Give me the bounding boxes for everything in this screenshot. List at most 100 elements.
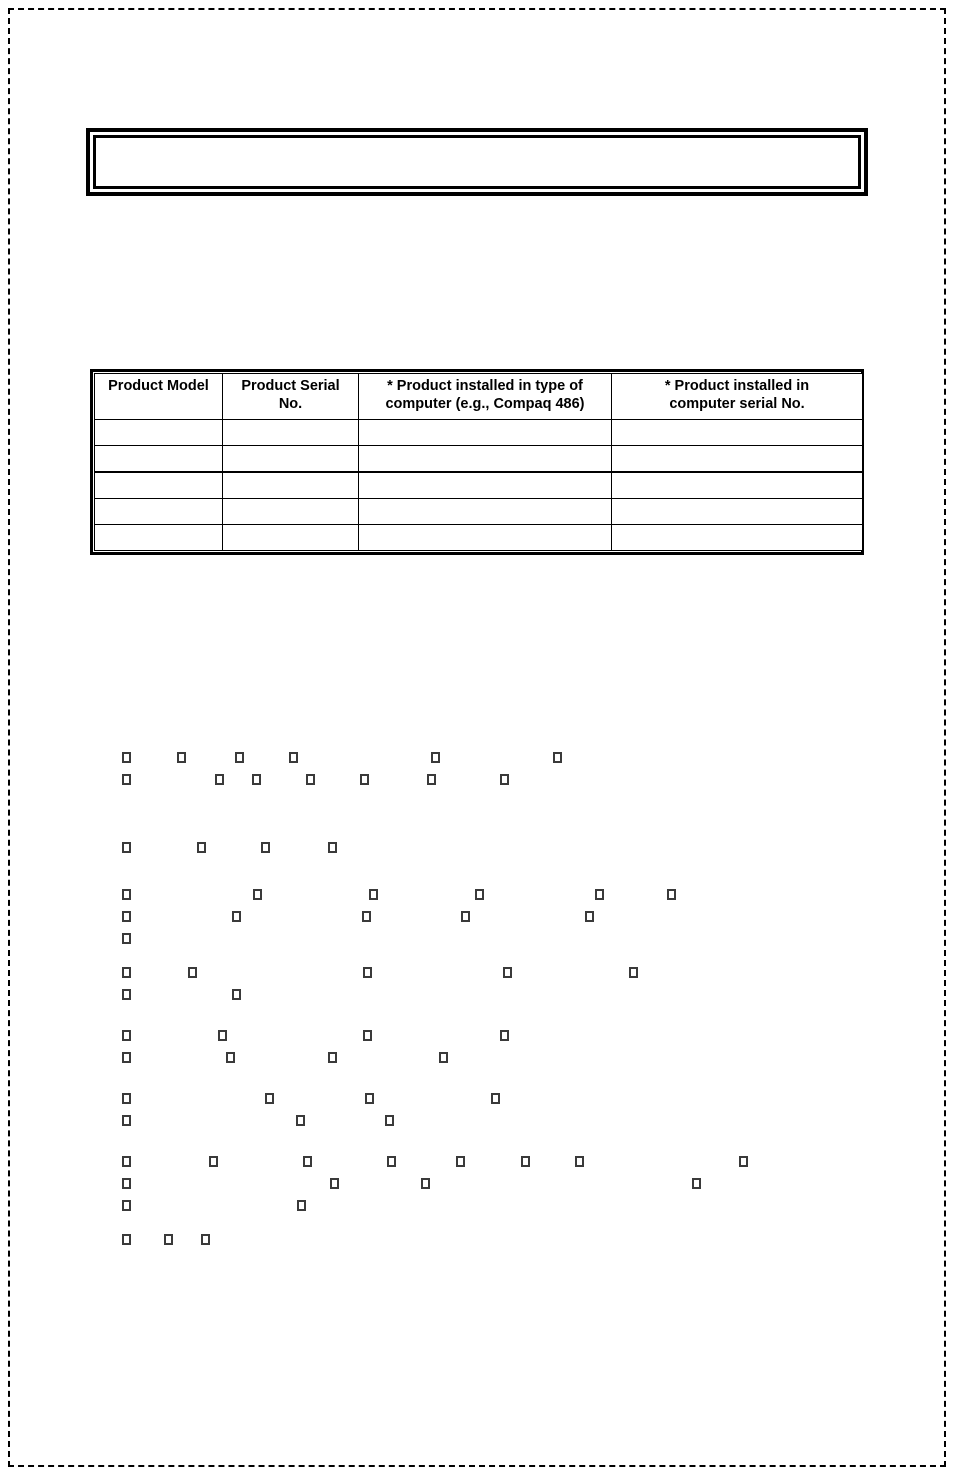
column-header-installed-in-serial: * Product installed in computer serial No… (611, 372, 863, 421)
missing-glyph-icon (427, 774, 436, 785)
missing-glyph-icon (253, 889, 262, 900)
unrendered-text-block (0, 885, 954, 951)
unrendered-text-line (0, 1048, 954, 1070)
table-row (94, 471, 863, 500)
unrendered-text-line (0, 885, 954, 907)
missing-glyph-icon (439, 1052, 448, 1063)
missing-glyph-icon (122, 1156, 131, 1167)
table-cell-installed_in_type[interactable] (358, 524, 612, 552)
missing-glyph-icon (177, 752, 186, 763)
missing-glyph-icon (197, 842, 206, 853)
missing-glyph-icon (503, 967, 512, 978)
missing-glyph-icon (667, 889, 676, 900)
missing-glyph-icon (692, 1178, 701, 1189)
unrendered-text-block (0, 1089, 954, 1133)
missing-glyph-icon (122, 1115, 131, 1126)
unrendered-text-area (0, 0, 954, 1475)
page-crop-frame (8, 8, 946, 1467)
unrendered-text-line (0, 907, 954, 929)
missing-glyph-icon (306, 774, 315, 785)
missing-glyph-icon (122, 1234, 131, 1245)
unrendered-text-line (0, 1152, 954, 1174)
missing-glyph-icon (122, 1030, 131, 1041)
missing-glyph-icon (209, 1156, 218, 1167)
table-cell-product_model[interactable] (94, 419, 223, 447)
missing-glyph-icon (122, 911, 131, 922)
missing-glyph-icon (122, 842, 131, 853)
column-header-product-serial-no: Product Serial No. (222, 372, 359, 421)
missing-glyph-icon (739, 1156, 748, 1167)
missing-glyph-icon (475, 889, 484, 900)
missing-glyph-icon (296, 1115, 305, 1126)
missing-glyph-icon (122, 967, 131, 978)
unrendered-text-block (0, 1230, 954, 1252)
missing-glyph-icon (385, 1115, 394, 1126)
missing-glyph-icon (235, 752, 244, 763)
missing-glyph-icon (421, 1178, 430, 1189)
missing-glyph-icon (122, 1052, 131, 1063)
missing-glyph-icon (218, 1030, 227, 1041)
table-cell-installed_in_serial[interactable] (611, 445, 863, 473)
missing-glyph-icon (215, 774, 224, 785)
missing-glyph-icon (122, 1093, 131, 1104)
table-cell-product_serial_no[interactable] (222, 471, 359, 500)
table-cell-installed_in_type[interactable] (358, 445, 612, 473)
missing-glyph-icon (500, 1030, 509, 1041)
table-cell-installed_in_type[interactable] (358, 471, 612, 500)
missing-glyph-icon (122, 889, 131, 900)
missing-glyph-icon (629, 967, 638, 978)
table-cell-installed_in_type[interactable] (358, 419, 612, 447)
table-row (94, 419, 863, 447)
table-cell-installed_in_serial[interactable] (611, 419, 863, 447)
unrendered-text-line (0, 1089, 954, 1111)
unrendered-text-block (0, 748, 954, 792)
missing-glyph-icon (226, 1052, 235, 1063)
unrendered-text-block (0, 1152, 954, 1218)
table-cell-product_serial_no[interactable] (222, 419, 359, 447)
table-header-row: Product Model Product Serial No. * Produc… (94, 372, 863, 421)
missing-glyph-icon (431, 752, 440, 763)
document-page: Product Model Product Serial No. * Produc… (0, 0, 954, 1475)
table-cell-product_model[interactable] (94, 471, 223, 500)
missing-glyph-icon (265, 1093, 274, 1104)
table-cell-product_model[interactable] (94, 524, 223, 552)
missing-glyph-icon (595, 889, 604, 900)
column-header-installed-in-type: * Product installed in type of computer (… (358, 372, 612, 421)
unrendered-text-line (0, 1196, 954, 1218)
missing-glyph-icon (330, 1178, 339, 1189)
missing-glyph-icon (164, 1234, 173, 1245)
missing-glyph-icon (362, 911, 371, 922)
column-header-product-model: Product Model (94, 372, 223, 421)
table-row (94, 524, 863, 552)
unrendered-text-block (0, 963, 954, 1007)
table-cell-installed_in_serial[interactable] (611, 524, 863, 552)
missing-glyph-icon (297, 1200, 306, 1211)
table-cell-product_model[interactable] (94, 498, 223, 526)
unrendered-text-block (0, 838, 954, 860)
missing-glyph-icon (461, 911, 470, 922)
missing-glyph-icon (122, 752, 131, 763)
table-cell-product_serial_no[interactable] (222, 524, 359, 552)
table-cell-product_serial_no[interactable] (222, 498, 359, 526)
missing-glyph-icon (491, 1093, 500, 1104)
missing-glyph-icon (328, 1052, 337, 1063)
unrendered-text-line (0, 1111, 954, 1133)
missing-glyph-icon (232, 989, 241, 1000)
missing-glyph-icon (387, 1156, 396, 1167)
missing-glyph-icon (122, 774, 131, 785)
table-cell-installed_in_type[interactable] (358, 498, 612, 526)
missing-glyph-icon (365, 1093, 374, 1104)
table-cell-installed_in_serial[interactable] (611, 498, 863, 526)
unrendered-text-line (0, 770, 954, 792)
unrendered-text-line (0, 1026, 954, 1048)
missing-glyph-icon (261, 842, 270, 853)
missing-glyph-icon (500, 774, 509, 785)
unrendered-text-line (0, 929, 954, 951)
table-body (94, 419, 863, 552)
table-row (94, 498, 863, 526)
table-cell-product_model[interactable] (94, 445, 223, 473)
unrendered-text-line (0, 1230, 954, 1252)
table-cell-installed_in_serial[interactable] (611, 471, 863, 500)
missing-glyph-icon (456, 1156, 465, 1167)
table-cell-product_serial_no[interactable] (222, 445, 359, 473)
